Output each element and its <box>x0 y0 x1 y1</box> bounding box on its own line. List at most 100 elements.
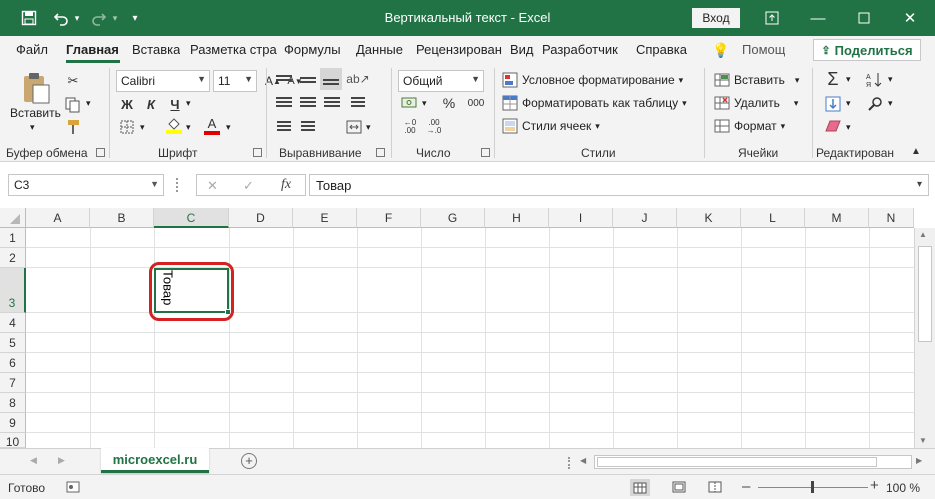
column-header-d[interactable]: D <box>229 208 293 228</box>
column-header-n[interactable]: N <box>869 208 914 228</box>
font-color-dropdown-icon[interactable]: ▾ <box>226 122 231 133</box>
tab-insert[interactable]: Вставка <box>132 42 180 57</box>
row-header-3[interactable]: 3 <box>0 268 26 313</box>
font-name-select[interactable]: Calibri ▼ <box>116 70 210 92</box>
select-all-corner[interactable] <box>0 208 26 228</box>
name-box[interactable]: C3 ▼ <box>8 174 164 196</box>
row-header-5[interactable]: 5 <box>0 333 26 353</box>
align-top-icon[interactable] <box>274 70 294 88</box>
orientation-icon[interactable]: ab↗ <box>346 70 369 88</box>
decrease-decimal-icon[interactable]: .00 →.0 <box>424 118 444 136</box>
zoom-in-icon[interactable]: + <box>870 477 879 494</box>
column-header-l[interactable]: L <box>741 208 805 228</box>
scroll-down-icon[interactable]: ▼ <box>919 436 927 445</box>
column-header-h[interactable]: H <box>485 208 549 228</box>
column-header-e[interactable]: E <box>293 208 357 228</box>
align-right-icon[interactable] <box>322 94 342 112</box>
autosum-icon[interactable]: Σ <box>822 68 844 90</box>
clear-dropdown-icon[interactable]: ▾ <box>846 122 851 133</box>
column-header-a[interactable]: A <box>26 208 90 228</box>
tab-page-layout[interactable]: Разметка стра <box>190 42 278 57</box>
tab-help[interactable]: Справка <box>636 42 687 57</box>
normal-view-icon[interactable] <box>630 479 650 496</box>
increase-decimal-icon[interactable]: ←0.00 <box>400 118 420 136</box>
row-header-7[interactable]: 7 <box>0 373 26 393</box>
fill-dropdown-icon[interactable]: ▾ <box>846 98 851 109</box>
column-header-i[interactable]: I <box>549 208 613 228</box>
decrease-indent-icon[interactable] <box>274 118 294 136</box>
align-middle-icon[interactable] <box>298 70 318 88</box>
format-painter-icon[interactable] <box>64 118 82 136</box>
prev-sheet-icon[interactable]: ◀ <box>30 455 37 466</box>
row-header-4[interactable]: 4 <box>0 313 26 333</box>
copy-dropdown-icon[interactable]: ▾ <box>86 98 91 109</box>
tab-formulas[interactable]: Формулы <box>284 42 341 57</box>
sort-filter-dropdown-icon[interactable]: ▾ <box>888 74 893 85</box>
collapse-ribbon-icon[interactable]: ▲ <box>908 144 924 158</box>
percent-button[interactable]: % <box>440 94 458 112</box>
column-header-c[interactable]: C <box>154 208 229 228</box>
autosum-dropdown-icon[interactable]: ▾ <box>846 74 851 85</box>
splitter-handle[interactable] <box>176 178 180 192</box>
maximize-icon[interactable] <box>842 0 886 36</box>
sheet-tab-active[interactable]: microexcel.ru <box>101 448 209 473</box>
page-layout-view-icon[interactable] <box>672 481 686 493</box>
merge-center-icon[interactable] <box>344 118 364 136</box>
cancel-icon[interactable]: ✕ <box>207 178 218 194</box>
borders-dropdown-icon[interactable]: ▾ <box>140 122 145 133</box>
share-button[interactable]: ⇪ Поделиться <box>813 39 921 61</box>
minimize-icon[interactable]: — <box>796 0 840 36</box>
row-header-9[interactable]: 9 <box>0 413 26 433</box>
column-header-g[interactable]: G <box>421 208 485 228</box>
row-header-1[interactable]: 1 <box>0 228 26 248</box>
fill-icon[interactable] <box>822 94 844 114</box>
bold-button[interactable]: Ж <box>118 94 136 114</box>
cell-styles-button[interactable]: Стили ячеек ▾ <box>502 118 600 134</box>
scroll-up-icon[interactable]: ▲ <box>919 230 927 239</box>
delete-cells-button[interactable]: Удалить ▾ <box>714 95 798 111</box>
column-header-f[interactable]: F <box>357 208 421 228</box>
fill-color-dropdown-icon[interactable]: ▾ <box>186 122 191 133</box>
copy-icon[interactable] <box>64 96 82 114</box>
format-cells-button[interactable]: Формат ▾ <box>714 118 785 134</box>
align-bottom-icon[interactable] <box>320 68 342 90</box>
zoom-slider-thumb[interactable] <box>811 481 814 493</box>
zoom-out-icon[interactable]: – <box>742 478 750 495</box>
currency-icon[interactable] <box>400 94 420 112</box>
sign-in-button[interactable]: Вход <box>692 8 740 28</box>
row-header-6[interactable]: 6 <box>0 353 26 373</box>
row-header-10[interactable]: 10 <box>0 433 26 448</box>
italic-button[interactable]: К <box>142 94 160 114</box>
tab-file[interactable]: Файл <box>16 42 48 57</box>
underline-dropdown-icon[interactable]: ▾ <box>186 98 191 109</box>
paste-label[interactable]: Вставить <box>10 106 61 120</box>
close-icon[interactable]: ✕ <box>888 0 932 36</box>
column-header-b[interactable]: B <box>90 208 154 228</box>
paste-dropdown-icon[interactable]: ▾ <box>30 122 35 133</box>
tab-review[interactable]: Рецензирован <box>416 42 502 57</box>
font-size-select[interactable]: 11 ▼ <box>213 70 257 92</box>
thousands-button[interactable]: 000 <box>464 94 488 112</box>
macro-record-icon[interactable] <box>66 481 80 493</box>
insert-function-button[interactable]: fx <box>281 177 291 193</box>
lightbulb-icon[interactable]: 💡 <box>712 42 729 59</box>
page-break-view-icon[interactable] <box>708 481 722 493</box>
format-as-table-button[interactable]: Форматировать как таблицу ▾ <box>502 95 687 111</box>
cut-icon[interactable]: ✂ <box>64 72 82 90</box>
currency-dropdown-icon[interactable]: ▾ <box>422 98 427 109</box>
h-scroll-thumb[interactable] <box>597 457 877 467</box>
tell-me-box[interactable]: Помощ <box>742 42 785 57</box>
find-select-icon[interactable] <box>864 94 886 114</box>
sort-filter-icon[interactable]: AЯ <box>864 70 886 90</box>
column-header-m[interactable]: M <box>805 208 869 228</box>
ribbon-display-icon[interactable] <box>750 0 794 36</box>
vertical-scrollbar[interactable]: ▲ ▼ <box>914 228 935 448</box>
scroll-right-icon[interactable]: ▶ <box>916 456 922 465</box>
increase-indent-icon[interactable] <box>298 118 318 136</box>
worksheet-grid[interactable]: A B C D E F G H I J K L M N 1 2 3 4 5 6 … <box>0 208 935 448</box>
wrap-text-icon[interactable] <box>348 94 368 112</box>
borders-icon[interactable] <box>118 118 136 136</box>
align-center-icon[interactable] <box>298 94 318 112</box>
formula-input[interactable]: Товар ▾ <box>309 174 929 196</box>
clipboard-launcher-icon[interactable] <box>96 148 105 157</box>
